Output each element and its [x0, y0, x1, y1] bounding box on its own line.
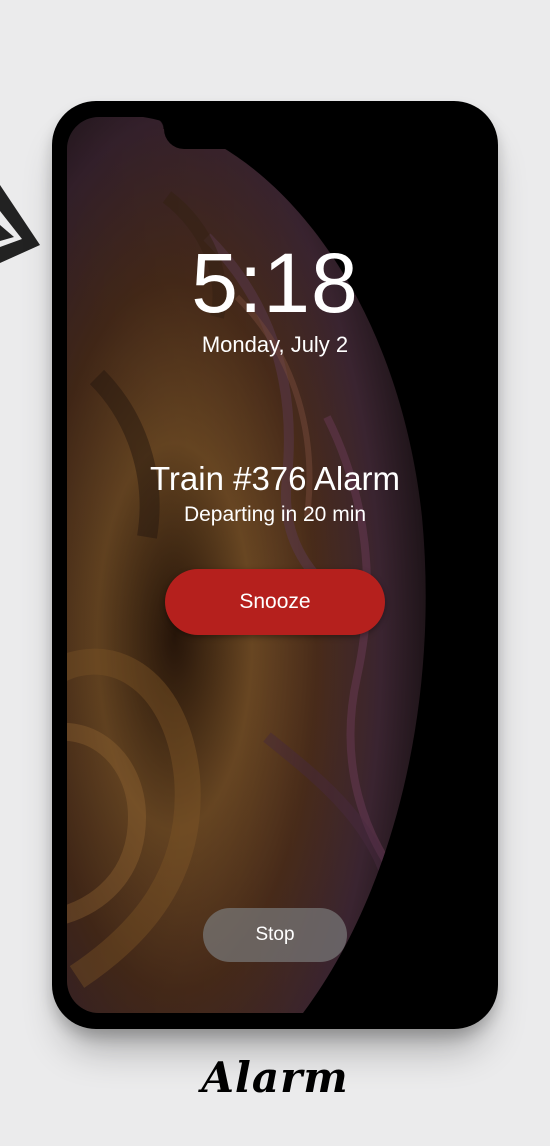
stop-button[interactable]: Stop: [203, 908, 347, 962]
paper-plane-icon: [0, 185, 40, 263]
alarm-title: Train #376 Alarm: [149, 460, 401, 497]
phone-frame: 5:18 Monday, July 2 Train #376 Alarm Dep…: [52, 101, 498, 1029]
notch: [152, 117, 398, 149]
clock-date: Monday, July 2: [201, 332, 349, 357]
caption-title: Alarm: [201, 1053, 349, 1102]
snooze-button[interactable]: Snooze: [165, 569, 385, 635]
clock-time: 5:18: [191, 236, 359, 330]
lock-screen: 5:18 Monday, July 2 Train #376 Alarm Dep…: [67, 117, 483, 1013]
alarm-subtitle: Departing in 20 min: [183, 503, 367, 526]
